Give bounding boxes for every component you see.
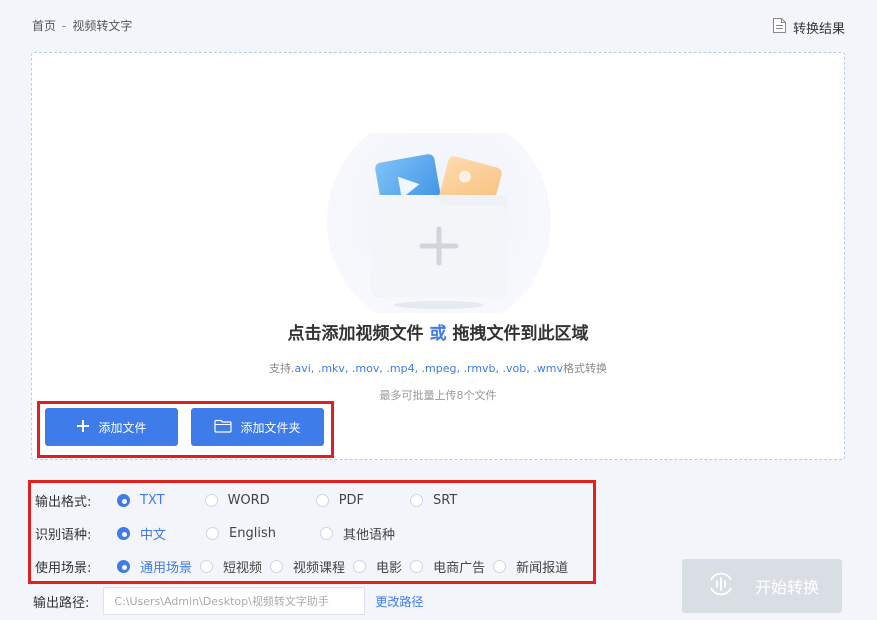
breadcrumb: 首页 - 视频转文字	[32, 17, 132, 34]
output-path-row: 输出路径: 更改路径	[33, 587, 423, 615]
output-format-label: 输出格式:	[35, 495, 92, 510]
output-path-label: 输出路径:	[33, 595, 90, 611]
radio-icon	[410, 494, 424, 507]
audio-wave-icon	[705, 568, 737, 604]
radio-icon	[270, 560, 284, 573]
language-row: 识别语种: 中文 English 其他语种	[35, 524, 395, 543]
breadcrumb-current: 视频转文字	[72, 19, 133, 33]
dropzone-title-click: 点击添加视频文件	[287, 324, 424, 344]
conversion-result-label: 转换结果	[792, 22, 845, 37]
scene-option-video-course[interactable]: 视频课程	[270, 557, 345, 576]
language-option-english[interactable]: English	[206, 526, 276, 541]
start-conversion-label: 开始转换	[754, 578, 819, 597]
format-option-srt[interactable]: SRT	[410, 493, 457, 508]
radio-checked-icon	[117, 494, 130, 507]
dropzone-title: 点击添加视频文件或拖拽文件到此区域	[32, 319, 844, 344]
scene-option-news[interactable]: 新闻报道	[493, 557, 568, 576]
scene-option-movie[interactable]: 电影	[353, 557, 402, 576]
formats-prefix: 支持	[269, 362, 292, 375]
scene-option-short-video[interactable]: 短视频	[200, 557, 262, 576]
scene-label: 使用场景:	[35, 561, 92, 576]
radio-icon	[319, 527, 333, 540]
folder-upload-illustration	[324, 109, 554, 333]
radio-checked-icon	[117, 560, 130, 573]
add-file-button[interactable]: 添加文件	[45, 408, 178, 446]
dropzone-title-or: 或	[429, 324, 447, 344]
format-option-txt[interactable]: TXT	[117, 493, 165, 508]
formats-list: .avi, .mkv, .mov, .mp4, .mpeg, .rmvb, .v…	[291, 362, 563, 375]
change-path-link[interactable]: 更改路径	[375, 593, 423, 610]
add-folder-button[interactable]: 添加文件夹	[191, 408, 324, 446]
language-label: 识别语种:	[35, 528, 92, 543]
radio-icon	[204, 494, 218, 507]
radio-icon	[353, 560, 367, 573]
breadcrumb-home[interactable]: 首页	[32, 19, 56, 33]
format-option-word[interactable]: WORD	[204, 493, 270, 508]
radio-icon	[200, 560, 214, 573]
radio-checked-icon	[117, 527, 130, 540]
format-option-pdf[interactable]: PDF	[315, 493, 364, 508]
conversion-result-link[interactable]: 转换结果	[772, 17, 845, 38]
add-folder-label: 添加文件夹	[240, 420, 301, 435]
add-buttons-group: 添加文件 添加文件夹	[37, 401, 334, 458]
language-option-other[interactable]: 其他语种	[319, 524, 395, 543]
formats-suffix: 格式转换	[562, 362, 607, 375]
conversion-options: 输出格式: TXT WORD PDF SRT 识别语种: 中文 English …	[28, 480, 596, 584]
radio-icon	[493, 560, 507, 573]
plus-icon	[76, 419, 90, 436]
radio-icon	[315, 494, 329, 507]
output-format-row: 输出格式: TXT WORD PDF SRT	[35, 491, 457, 510]
radio-icon	[206, 527, 220, 540]
language-option-chinese[interactable]: 中文	[117, 524, 166, 543]
start-conversion-button[interactable]: 开始转换	[682, 559, 842, 613]
output-path-input[interactable]	[103, 587, 366, 615]
file-dropzone[interactable]: 点击添加视频文件或拖拽文件到此区域 支持.avi, .mkv, .mov, .m…	[31, 52, 845, 460]
supported-formats: 支持.avi, .mkv, .mov, .mp4, .mpeg, .rmvb, …	[32, 360, 844, 376]
dropzone-title-drag: 拖拽文件到此区域	[452, 324, 589, 344]
scene-row: 使用场景: 通用场景 短视频 视频课程 电影 电商广告 新闻报道	[35, 557, 568, 576]
breadcrumb-separator: -	[62, 19, 67, 33]
document-icon	[772, 17, 787, 38]
scene-option-general[interactable]: 通用场景	[117, 557, 192, 576]
radio-icon	[410, 560, 424, 573]
scene-option-ecommerce-ad[interactable]: 电商广告	[410, 557, 485, 576]
folder-icon	[214, 419, 233, 436]
add-file-label: 添加文件	[98, 420, 147, 435]
